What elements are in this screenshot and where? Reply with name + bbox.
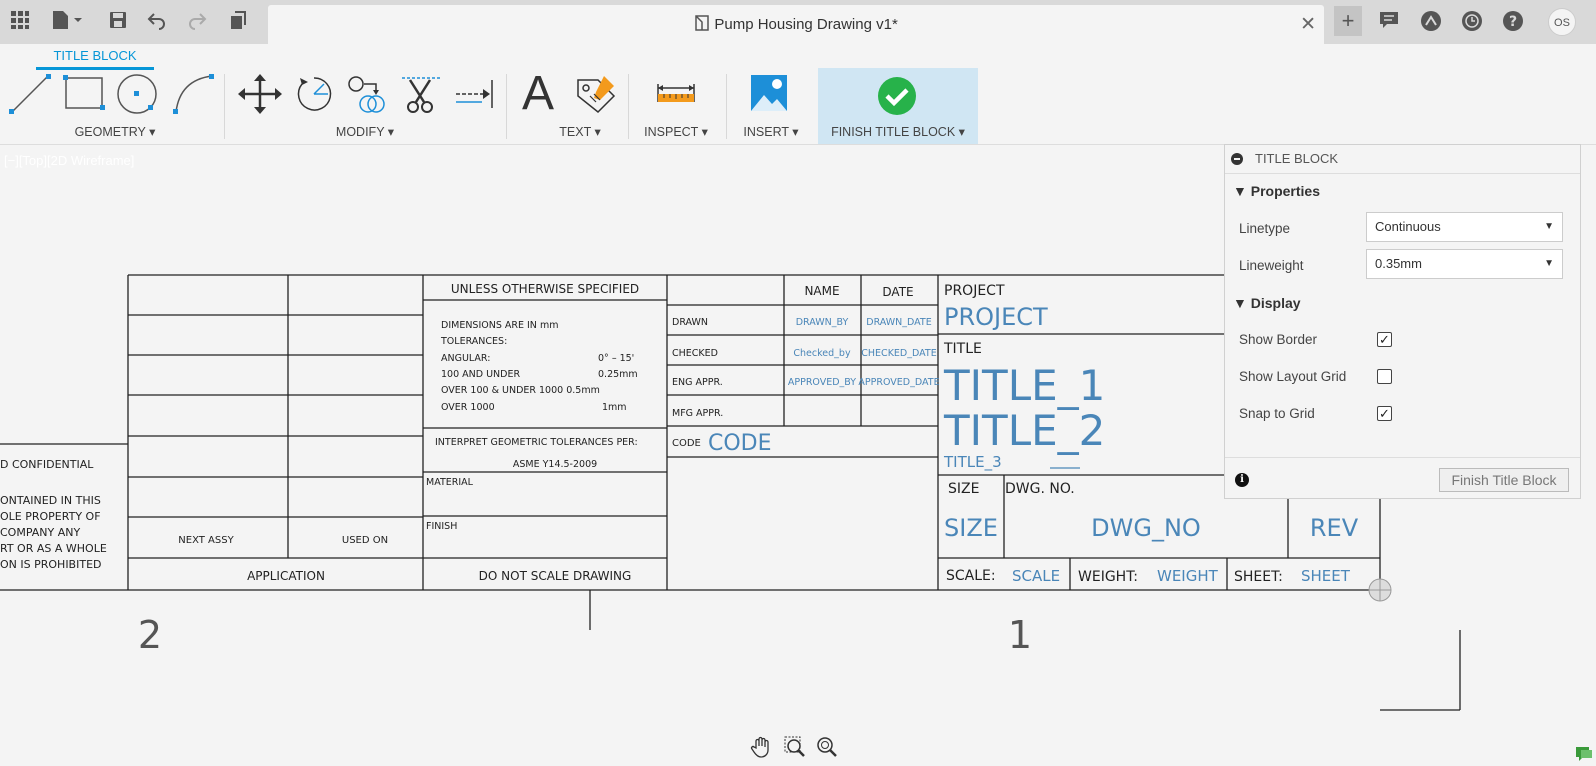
panel-footer: i Finish Title Block	[1225, 457, 1580, 500]
svg-text:OLE PROPERTY OF: OLE PROPERTY OF	[0, 510, 101, 523]
origin-marker-icon[interactable]	[1368, 578, 1392, 602]
navigation-bar	[748, 733, 848, 761]
application-label: APPLICATION	[247, 569, 325, 583]
code-label: CODE	[672, 438, 701, 449]
svg-text:DIMENSIONS ARE IN mm: DIMENSIONS ARE IN mm	[441, 320, 558, 331]
approval-labels: DRAWN CHECKED ENG APPR. MFG APPR.	[672, 317, 723, 419]
gdt-standard: ASME Y14.5-2009	[513, 459, 597, 470]
svg-text:DRAWN: DRAWN	[672, 317, 708, 328]
svg-text:OVER 100 & UNDER 1000 0.5mm: OVER 100 & UNDER 1000 0.5mm	[441, 385, 600, 396]
title-block-panel: TITLE BLOCK ▼ Properties Linetype Contin…	[1224, 144, 1581, 499]
name-header: NAME	[804, 284, 839, 298]
date-header: DATE	[882, 285, 913, 299]
lineweight-label: Lineweight	[1239, 258, 1304, 273]
finish-label: FINISH	[426, 521, 457, 532]
panel-title: TITLE BLOCK	[1255, 151, 1339, 166]
svg-text:APPROVED_DATE: APPROVED_DATE	[858, 377, 939, 388]
svg-text:ANGULAR:: ANGULAR:	[441, 353, 490, 364]
svg-text:RT OR AS A WHOLE: RT OR AS A WHOLE	[0, 542, 107, 555]
lineweight-dropdown[interactable]: 0.35mm ▼	[1366, 249, 1563, 279]
sheet-label: SHEET:	[1234, 569, 1283, 585]
properties-section-header[interactable]: ▼ Properties	[1233, 183, 1320, 199]
scale-label: SCALE:	[946, 568, 996, 584]
svg-text:0° – 15': 0° – 15'	[598, 353, 634, 364]
svg-text:0.25mm: 0.25mm	[598, 369, 638, 380]
rev-field: REV	[1310, 514, 1359, 542]
display-section-header[interactable]: ▼ Display	[1233, 295, 1301, 311]
linetype-label: Linetype	[1239, 221, 1291, 236]
used-on-label: USED ON	[342, 535, 388, 546]
svg-text:1mm: 1mm	[602, 402, 627, 413]
title-3-field: TITLE_3	[943, 453, 1002, 472]
zone-number-2: 2	[138, 613, 162, 657]
title-label: TITLE	[943, 341, 982, 357]
zoom-window-icon[interactable]	[784, 736, 806, 763]
svg-text:ENG APPR.: ENG APPR.	[672, 377, 723, 388]
panel-header[interactable]: TITLE BLOCK	[1225, 145, 1580, 174]
weight-field: WEIGHT	[1157, 567, 1219, 585]
show-layout-grid-label: Show Layout Grid	[1239, 369, 1347, 384]
zone-number-1: 1	[1008, 613, 1032, 657]
snap-to-grid-label: Snap to Grid	[1239, 406, 1315, 421]
material-label: MATERIAL	[426, 477, 474, 488]
show-layout-grid-checkbox[interactable]	[1377, 369, 1392, 384]
gdt-note: INTERPRET GEOMETRIC TOLERANCES PER:	[435, 437, 638, 448]
title-2-field: TITLE_2	[943, 406, 1105, 455]
linetype-dropdown[interactable]: Continuous ▼	[1366, 212, 1563, 242]
svg-text:CHECKED_DATE: CHECKED_DATE	[861, 348, 936, 359]
finish-title-block-button[interactable]: Finish Title Block	[1439, 468, 1569, 492]
svg-text:ONTAINED IN THIS: ONTAINED IN THIS	[0, 494, 101, 507]
chevron-down-icon: ▼	[1544, 221, 1554, 232]
tolerance-header: UNLESS OTHERWISE SPECIFIED	[451, 282, 639, 296]
dwg-no-label: DWG. NO.	[1005, 481, 1075, 497]
project-label: PROJECT	[944, 283, 1005, 299]
svg-text:OVER 1000: OVER 1000	[441, 402, 495, 413]
code-field: CODE	[708, 431, 772, 456]
svg-text:Checked_by: Checked_by	[793, 348, 851, 359]
svg-text:CHECKED: CHECKED	[672, 348, 718, 359]
size-field: SIZE	[944, 514, 998, 542]
do-not-scale-label: DO NOT SCALE DRAWING	[479, 569, 632, 583]
zoom-icon[interactable]	[816, 736, 838, 763]
title-1-field: TITLE_1	[943, 361, 1105, 410]
project-field: PROJECT	[944, 303, 1048, 331]
svg-text:APPROVED_BY: APPROVED_BY	[788, 377, 856, 388]
svg-text:DRAWN_DATE: DRAWN_DATE	[866, 317, 931, 328]
next-assy-label: NEXT ASSY	[178, 535, 234, 546]
svg-text:ON IS PROHIBITED: ON IS PROHIBITED	[0, 558, 102, 571]
pan-hand-icon[interactable]	[750, 736, 772, 763]
comment-status-icon[interactable]	[1576, 747, 1592, 766]
lineweight-value: 0.35mm	[1375, 256, 1422, 271]
tolerance-notes: DIMENSIONS ARE IN mm TOLERANCES: ANGULAR…	[440, 320, 638, 413]
linetype-value: Continuous	[1375, 219, 1441, 234]
svg-text:COMPANY ANY: COMPANY ANY	[0, 526, 80, 539]
info-icon[interactable]: i	[1235, 473, 1249, 487]
dwg-no-field: DWG_NO	[1091, 514, 1201, 542]
svg-text:TOLERANCES:: TOLERANCES:	[440, 336, 507, 347]
size-label: SIZE	[948, 481, 979, 497]
sheet-field: SHEET	[1301, 567, 1351, 585]
svg-text:100 AND UNDER: 100 AND UNDER	[441, 369, 520, 380]
scale-field: SCALE	[1012, 567, 1060, 585]
chevron-down-icon: ▼	[1544, 258, 1554, 269]
weight-label: WEIGHT:	[1078, 569, 1138, 585]
show-border-label: Show Border	[1239, 332, 1318, 347]
approval-fields: DRAWN_BY DRAWN_DATE Checked_by CHECKED_D…	[788, 317, 940, 388]
snap-to-grid-checkbox[interactable]: ✓	[1377, 406, 1392, 421]
show-border-checkbox[interactable]: ✓	[1377, 332, 1392, 347]
svg-text:D CONFIDENTIAL: D CONFIDENTIAL	[0, 458, 94, 471]
svg-text:MFG APPR.: MFG APPR.	[672, 408, 723, 419]
confidential-notice: D CONFIDENTIAL ONTAINED IN THIS OLE PROP…	[0, 458, 107, 571]
svg-text:DRAWN_BY: DRAWN_BY	[796, 317, 849, 328]
collapse-panel-icon[interactable]	[1231, 153, 1243, 165]
